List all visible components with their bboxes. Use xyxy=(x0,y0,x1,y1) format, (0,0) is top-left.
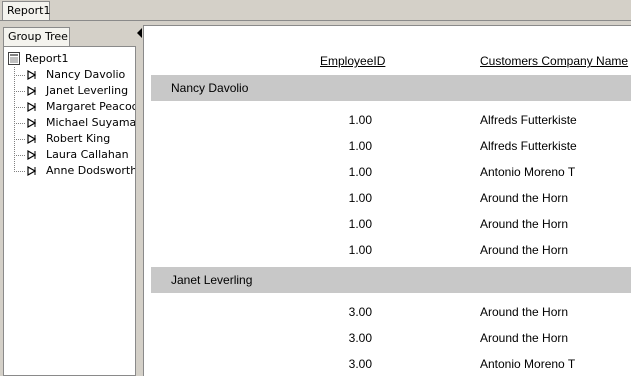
company-cell: Around the Horn xyxy=(480,217,569,231)
table-row: 1.00 Antonio Moreno T xyxy=(144,165,631,181)
group-name: Nancy Davolio xyxy=(171,81,249,95)
tree-item-janet-leverling[interactable]: Janet Leverling xyxy=(14,83,135,99)
table-row: 1.00 Around the Horn xyxy=(144,217,631,233)
table-row: 1.00 Around the Horn xyxy=(144,243,631,259)
employee-id-cell: 1.00 xyxy=(348,217,372,231)
company-cell: Around the Horn xyxy=(480,243,569,257)
report-viewer[interactable]: EmployeeID Customers Company Name Nancy … xyxy=(143,25,631,376)
tab-report1[interactable]: Report1 xyxy=(2,1,50,20)
tree-item-label: Robert King xyxy=(46,132,111,145)
collapse-arrow-icon[interactable] xyxy=(137,28,142,38)
employee-id-cell: 3.00 xyxy=(348,305,372,319)
company-cell: Alfreds Futterkiste xyxy=(480,139,577,153)
company-cell: Alfreds Futterkiste xyxy=(480,113,577,127)
tree-item-laura-callahan[interactable]: Laura Callahan xyxy=(14,147,135,163)
group-header-janet-leverling: Janet Leverling xyxy=(151,267,631,293)
tree-item-label: Michael Suyama xyxy=(46,116,136,129)
arrow-node-icon xyxy=(27,69,37,81)
group-tree-panel: Report1 Nancy Davolio Janet Leverling Ma… xyxy=(3,46,136,376)
arrow-node-icon xyxy=(27,133,37,145)
arrow-node-icon xyxy=(27,85,37,97)
table-row: 3.00 Antonio Moreno T xyxy=(144,357,631,373)
tab-strip-divider xyxy=(0,20,631,21)
table-row: 1.00 Alfreds Futterkiste xyxy=(144,139,631,155)
employee-id-cell: 3.00 xyxy=(348,331,372,345)
arrow-node-icon xyxy=(27,149,37,161)
company-cell: Around the Horn xyxy=(480,191,569,205)
arrow-node-icon xyxy=(27,117,37,129)
group-name: Janet Leverling xyxy=(171,273,253,287)
table-row: 3.00 Around the Horn xyxy=(144,305,631,321)
table-row: 1.00 Around the Horn xyxy=(144,191,631,207)
tab-group-tree[interactable]: Group Tree xyxy=(3,27,70,46)
company-cell: Around the Horn xyxy=(480,305,569,319)
tree-item-nancy-davolio[interactable]: Nancy Davolio xyxy=(14,67,135,83)
tree-item-margaret-peacock[interactable]: Margaret Peacock xyxy=(14,99,136,115)
employee-id-cell: 1.00 xyxy=(348,191,372,205)
company-cell: Antonio Moreno T xyxy=(480,165,576,179)
table-row: 3.00 Around the Horn xyxy=(144,331,631,347)
company-cell: Antonio Moreno T xyxy=(480,357,576,371)
tree-item-label: Laura Callahan xyxy=(46,148,129,161)
tree-item-robert-king[interactable]: Robert King xyxy=(14,131,135,147)
tree-item-label: Janet Leverling xyxy=(46,84,129,97)
tree-root-label[interactable]: Report1 xyxy=(25,52,68,65)
employee-id-cell: 1.00 xyxy=(348,113,372,127)
employee-id-cell: 1.00 xyxy=(348,243,372,257)
company-cell: Around the Horn xyxy=(480,331,569,345)
column-header-employee-id: EmployeeID xyxy=(320,54,386,68)
column-header-company-name: Customers Company Name xyxy=(480,54,629,68)
tree-item-anne-dodsworth[interactable]: Anne Dodsworth xyxy=(14,163,136,179)
employee-id-cell: 1.00 xyxy=(348,165,372,179)
tree-item-label: Anne Dodsworth xyxy=(46,164,136,177)
table-row: 1.00 Alfreds Futterkiste xyxy=(144,113,631,129)
tree-item-label: Nancy Davolio xyxy=(46,68,126,81)
tree-item-michael-suyama[interactable]: Michael Suyama xyxy=(14,115,136,131)
report-icon xyxy=(8,52,20,65)
group-header-nancy-davolio: Nancy Davolio xyxy=(151,75,631,101)
arrow-node-icon xyxy=(27,101,37,113)
employee-id-cell: 1.00 xyxy=(348,139,372,153)
employee-id-cell: 3.00 xyxy=(348,357,372,371)
tree-item-label: Margaret Peacock xyxy=(46,100,136,113)
arrow-node-icon xyxy=(27,165,37,177)
